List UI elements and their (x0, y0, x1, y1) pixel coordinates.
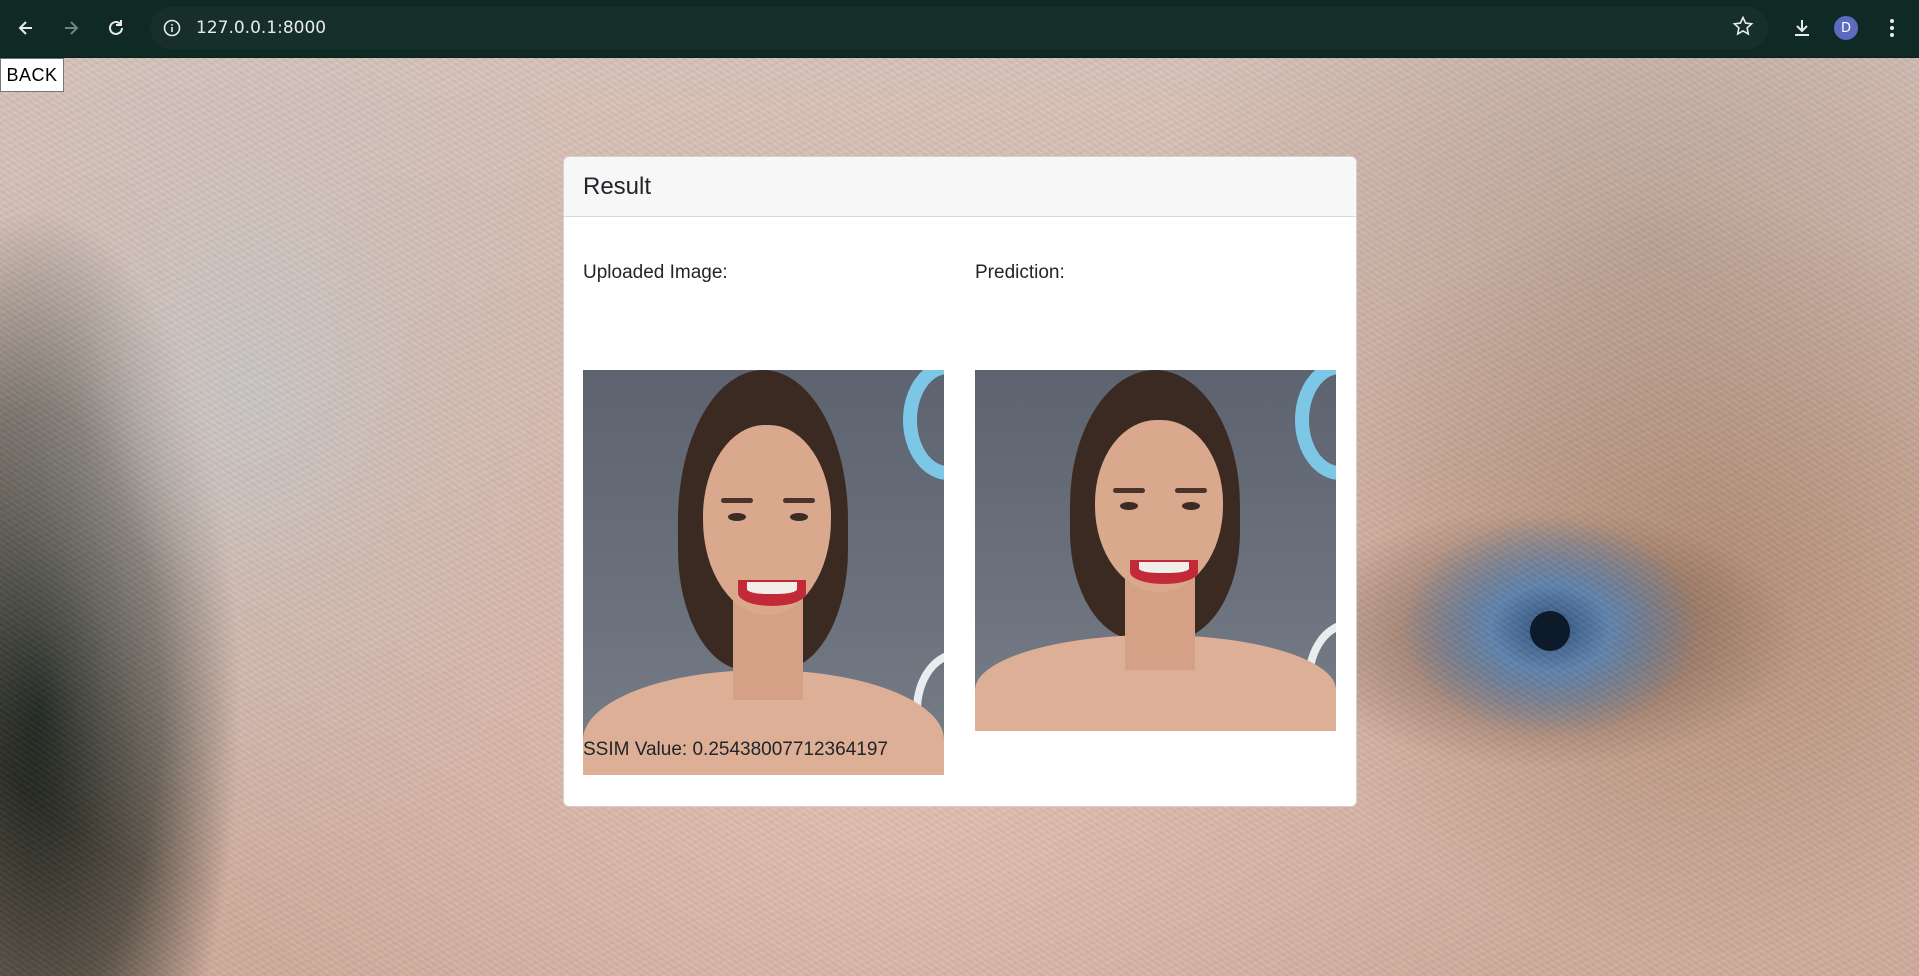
site-info-icon[interactable] (160, 16, 184, 40)
page-background: BACK Result Uploaded Image: Prediction: (0, 58, 1919, 976)
reload-icon[interactable] (98, 10, 134, 46)
download-icon[interactable] (1784, 10, 1820, 46)
forward-arrow-icon[interactable] (53, 10, 89, 46)
uploaded-image (583, 370, 944, 775)
prediction-image (975, 370, 1336, 731)
uploaded-image-label: Uploaded Image: (583, 262, 728, 283)
result-card: Result Uploaded Image: Prediction: SSIM … (563, 156, 1357, 807)
back-button[interactable]: BACK (0, 58, 64, 92)
address-bar[interactable]: 127.0.0.1:8000 (150, 7, 1768, 49)
profile-avatar[interactable]: D (1834, 16, 1858, 40)
ssim-value: SSIM Value: 0.25438007712364197 (583, 739, 888, 760)
browser-toolbar: 127.0.0.1:8000 D (0, 0, 1919, 58)
more-menu-icon[interactable] (1874, 10, 1910, 46)
card-title: Result (583, 172, 652, 200)
bookmark-star-icon[interactable] (1732, 15, 1754, 43)
background-eye (1530, 611, 1570, 651)
card-header: Result (564, 157, 1356, 217)
prediction-label: Prediction: (975, 262, 1065, 283)
back-arrow-icon[interactable] (8, 10, 44, 46)
url-text[interactable]: 127.0.0.1:8000 (196, 18, 326, 38)
